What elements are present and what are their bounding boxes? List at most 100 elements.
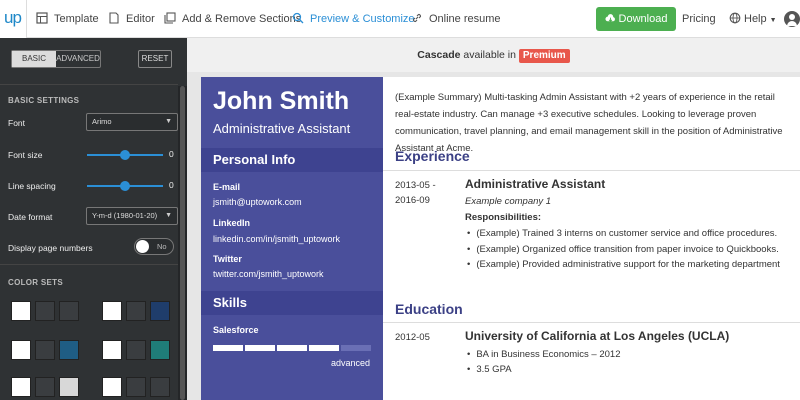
- nav-template-label: Template: [54, 13, 99, 25]
- color-swatch: [102, 377, 122, 397]
- nav-preview-label: Preview & Customize: [310, 13, 415, 25]
- settings-sidebar: BASIC ADVANCED RESET BASIC SETTINGS Font…: [0, 38, 187, 400]
- resume-sidebar: John Smith Administrative Assistant Pers…: [201, 77, 383, 400]
- education-school: University of California at Los Angeles …: [465, 329, 730, 343]
- link-icon: [412, 13, 422, 23]
- color-swatch: [35, 377, 55, 397]
- skill-segment: [213, 345, 243, 351]
- search-icon: [292, 12, 304, 24]
- skill-segment: [245, 345, 275, 351]
- nav-online-resume[interactable]: Online resume: [411, 0, 501, 38]
- skill-segment: [309, 345, 339, 351]
- skill-name: Salesforce: [213, 325, 259, 335]
- font-size-value: 0: [169, 149, 174, 159]
- line-spacing-slider[interactable]: [87, 181, 163, 191]
- date-format-label: Date format: [8, 212, 53, 222]
- nav-preview-customize[interactable]: Preview & Customize: [292, 0, 415, 38]
- date-format-select-value: Y-m-d (1980-01-20): [92, 211, 158, 220]
- color-set-option[interactable]: [11, 301, 86, 327]
- reset-button[interactable]: RESET: [138, 50, 172, 68]
- color-swatch: [126, 340, 146, 360]
- nav-add-remove-sections[interactable]: Add & Remove Sections: [164, 0, 301, 38]
- uptowork-logo[interactable]: up: [0, 0, 26, 38]
- list-item: BA in Business Economics – 2012: [467, 349, 620, 360]
- color-swatch: [126, 377, 146, 397]
- skill-level-bar: [213, 345, 371, 351]
- color-swatch: [59, 340, 79, 360]
- nav-online-resume-label: Online resume: [429, 13, 501, 25]
- toggle-knob: [136, 240, 149, 253]
- education-date: 2012-05: [395, 332, 430, 343]
- premium-badge[interactable]: Premium: [518, 49, 570, 63]
- personal-info-heading: Personal Info: [201, 148, 383, 172]
- color-set-option[interactable]: [102, 377, 177, 400]
- color-swatch: [102, 340, 122, 360]
- sidebar-scrollbar[interactable]: [178, 86, 187, 400]
- nav-add-remove-label: Add & Remove Sections: [182, 13, 302, 25]
- color-swatch: [11, 301, 31, 321]
- color-set-option[interactable]: [11, 377, 86, 400]
- experience-company: Example company 1: [465, 196, 552, 207]
- logo-divider: [26, 0, 27, 38]
- list-item: (Example) Organized office transition fr…: [467, 244, 778, 255]
- line-spacing-label: Line spacing: [8, 181, 56, 191]
- color-swatch: [102, 301, 122, 321]
- nav-pricing[interactable]: Pricing: [682, 0, 716, 38]
- color-swatch: [59, 301, 79, 321]
- sidebar-divider: [0, 264, 178, 265]
- color-swatch: [11, 340, 31, 360]
- globe-icon: [729, 12, 741, 24]
- email-value: jsmith@uptowork.com: [213, 197, 302, 207]
- experience-date-start: 2013-05 -: [395, 180, 436, 191]
- tab-basic[interactable]: BASIC: [12, 51, 56, 67]
- cloud-download-icon: [604, 14, 615, 22]
- line-spacing-value: 0: [169, 180, 174, 190]
- list-item: (Example) Trained 3 interns on customer …: [467, 228, 777, 239]
- responsibilities-label: Responsibilities:: [465, 212, 542, 223]
- skills-heading: Skills: [201, 291, 383, 315]
- settings-tabs: BASIC ADVANCED: [11, 50, 101, 68]
- resume-name: John Smith: [213, 87, 350, 115]
- font-select-value: Arimo: [92, 117, 112, 126]
- chevron-down-icon: ▼: [769, 17, 777, 24]
- template-name: Cascade: [417, 49, 461, 61]
- color-swatch: [150, 301, 170, 321]
- color-set-option[interactable]: [11, 340, 86, 366]
- nav-help[interactable]: Help ▼: [729, 0, 777, 38]
- sidebar-divider: [0, 84, 178, 85]
- premium-text: available in: [463, 49, 516, 61]
- linkedin-value: linkedin.com/in/jsmith_uptowork: [213, 234, 341, 244]
- line-spacing-slider-handle[interactable]: [120, 181, 130, 191]
- font-size-slider-handle[interactable]: [120, 150, 130, 160]
- nav-editor[interactable]: Editor: [108, 0, 155, 38]
- download-button[interactable]: Download: [596, 7, 676, 31]
- resume-job-title: Administrative Assistant: [213, 121, 351, 136]
- skill-segment: [341, 345, 371, 351]
- basic-settings-heading: BASIC SETTINGS: [8, 96, 80, 105]
- premium-banner: Cascade available in Premium: [187, 38, 800, 72]
- date-format-select[interactable]: Y-m-d (1980-01-20) ▼: [86, 207, 178, 225]
- nav-template[interactable]: Template: [36, 0, 99, 38]
- grid-icon: [36, 12, 48, 24]
- page-numbers-toggle-label: No: [157, 242, 167, 251]
- nav-editor-label: Editor: [126, 13, 155, 25]
- page-numbers-toggle[interactable]: No: [134, 238, 174, 255]
- list-item: 3.5 GPA: [467, 364, 511, 375]
- color-swatch: [35, 340, 55, 360]
- experience-divider: [383, 170, 800, 171]
- color-set-option[interactable]: [102, 340, 177, 366]
- sidebar-scrollbar-thumb[interactable]: [180, 86, 185, 400]
- color-set-option[interactable]: [102, 301, 177, 327]
- copy-icon: [164, 12, 176, 24]
- user-avatar-icon[interactable]: [784, 11, 800, 27]
- document-icon: [109, 12, 119, 24]
- skill-segment: [277, 345, 307, 351]
- tab-advanced[interactable]: ADVANCED: [56, 51, 100, 67]
- color-swatch: [11, 377, 31, 397]
- font-size-slider[interactable]: [87, 150, 163, 160]
- caret-down-icon: ▼: [165, 118, 172, 125]
- font-select[interactable]: Arimo ▼: [86, 113, 178, 131]
- top-nav: up Template Editor Add & Remove Sections…: [0, 0, 800, 38]
- caret-down-icon: ▼: [165, 212, 172, 219]
- nav-help-label: Help: [744, 13, 767, 25]
